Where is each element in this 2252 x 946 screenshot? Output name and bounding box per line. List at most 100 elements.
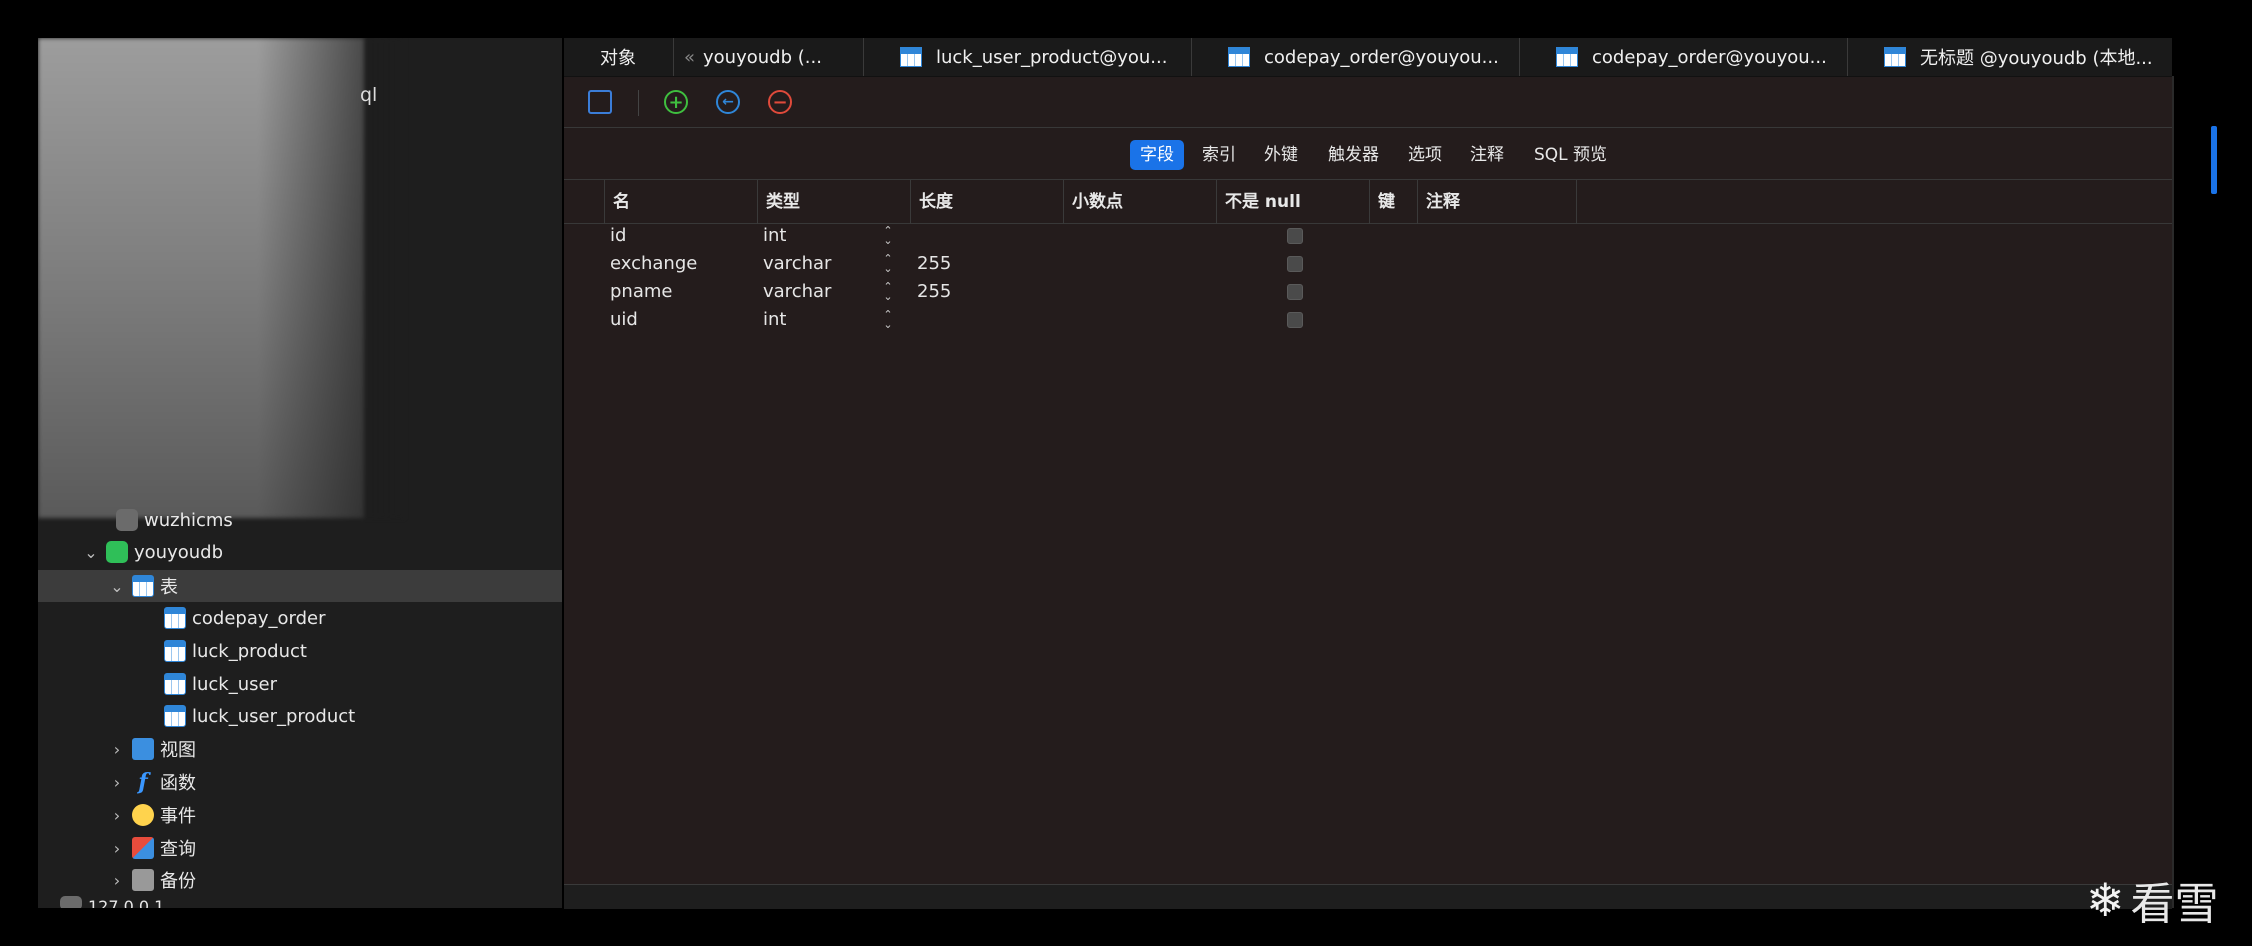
save-icon[interactable] <box>588 90 612 114</box>
subtab-fields[interactable]: 字段 <box>1130 140 1184 170</box>
subtab-sql-preview[interactable]: SQL 预览 <box>1524 140 1617 170</box>
field-name-cell[interactable]: uid <box>610 306 638 334</box>
function-icon: f <box>138 769 148 795</box>
not-null-checkbox[interactable] <box>1287 284 1303 300</box>
tab-youyoudb[interactable]: « youyoudb (... <box>674 38 864 76</box>
status-bar <box>564 884 2172 909</box>
table-row[interactable]: uid int ⌃ ⌄ <box>564 306 2172 334</box>
chevron-right-icon[interactable]: › <box>108 740 126 759</box>
tree-item-localhost[interactable]: 127.0.0.1 <box>38 896 562 908</box>
type-stepper-icon[interactable]: ⌃ ⌄ <box>882 281 894 302</box>
chevron-right-icon[interactable]: › <box>108 839 126 858</box>
insert-field-icon[interactable]: ← <box>716 90 740 114</box>
column-header-not-null[interactable]: 不是 null <box>1216 180 1369 224</box>
panel-indicator <box>2211 126 2217 194</box>
tree-item-codepay-order[interactable]: codepay_order <box>38 602 562 634</box>
tab-objects[interactable]: 对象 <box>564 38 674 76</box>
tab-codepay-order-1[interactable]: codepay_order@youyou... <box>1192 38 1520 76</box>
table-icon <box>164 607 186 629</box>
not-null-checkbox[interactable] <box>1287 256 1303 272</box>
type-stepper-icon[interactable]: ⌃ ⌄ <box>882 225 894 246</box>
tree-item-functions[interactable]: › f 函数 <box>38 766 562 798</box>
field-length-cell[interactable]: 255 <box>917 278 951 306</box>
column-header-length[interactable]: 长度 <box>910 180 1063 224</box>
tree-item-label: 事件 <box>160 806 196 827</box>
chevron-right-icon[interactable]: › <box>108 871 126 890</box>
tab-untitled[interactable]: 无标题 @youyoudb (本地... <box>1848 38 2172 76</box>
tree-item-label: luck_user <box>192 673 277 695</box>
table-row[interactable]: exchange varchar ⌃ ⌄ 255 <box>564 250 2172 278</box>
field-name-cell[interactable]: exchange <box>610 250 697 278</box>
not-null-checkbox[interactable] <box>1287 228 1303 244</box>
tree-item-label: 函数 <box>160 773 196 794</box>
table-edit-icon <box>1884 47 1906 67</box>
field-type-cell[interactable]: varchar <box>763 278 831 306</box>
not-null-checkbox[interactable] <box>1287 312 1303 328</box>
tree-item-label: 备份 <box>160 871 196 892</box>
tree-item-label: 127.0.0.1 <box>88 897 165 909</box>
chevron-down-icon[interactable]: ⌄ <box>82 543 100 562</box>
tab-luck-user-product[interactable]: luck_user_product@you... <box>864 38 1192 76</box>
tree-item-tables[interactable]: ⌄ 表 <box>38 570 562 602</box>
column-header-key[interactable]: 键 <box>1369 180 1417 224</box>
database-icon <box>106 541 128 563</box>
tab-bar: 对象 « youyoudb (... luck_user_product@you… <box>564 38 2172 77</box>
right-panel-edge <box>2172 38 2216 908</box>
subtab-foreign-keys[interactable]: 外键 <box>1254 140 1308 170</box>
table-icon <box>164 705 186 727</box>
chevron-down-icon[interactable]: ⌄ <box>108 577 126 596</box>
tree-item-label: 表 <box>160 577 178 598</box>
blurred-region <box>38 38 404 518</box>
column-header-decimals[interactable]: 小数点 <box>1063 180 1216 224</box>
table-designer: 对象 « youyoudb (... luck_user_product@you… <box>564 38 2172 909</box>
tree-item-backups[interactable]: › 备份 <box>38 864 562 896</box>
column-header-comment[interactable]: 注释 <box>1417 180 1577 224</box>
tree-item-label: youyoudb <box>134 541 223 563</box>
subtab-comment[interactable]: 注释 <box>1460 140 1514 170</box>
tree-item-luck-user[interactable]: luck_user <box>38 668 562 700</box>
field-name-cell[interactable]: pname <box>610 278 672 306</box>
field-name-cell[interactable]: id <box>610 222 626 250</box>
add-field-icon[interactable]: + <box>664 90 688 114</box>
column-header-name[interactable]: 名 <box>604 180 757 224</box>
tree-item-events[interactable]: › 事件 <box>38 799 562 831</box>
tree-item-queries[interactable]: › 查询 <box>38 832 562 864</box>
event-clock-icon <box>132 804 154 826</box>
panel-divider <box>2172 76 2174 908</box>
table-row[interactable]: pname varchar ⌃ ⌄ 255 <box>564 278 2172 306</box>
field-type-cell[interactable]: int <box>763 222 786 250</box>
column-header-type[interactable]: 类型 <box>757 180 910 224</box>
table-edit-icon <box>1556 47 1578 67</box>
toolbar: + ← − <box>564 76 2172 128</box>
type-stepper-icon[interactable]: ⌃ ⌄ <box>882 309 894 330</box>
query-icon <box>132 837 154 859</box>
subtab-triggers[interactable]: 触发器 <box>1318 140 1389 170</box>
double-chevron-left-icon[interactable]: « <box>684 47 695 68</box>
tree-item-luck-product[interactable]: luck_product <box>38 635 562 667</box>
tab-codepay-order-2[interactable]: codepay_order@youyou... <box>1520 38 1848 76</box>
chevron-right-icon[interactable]: › <box>108 806 126 825</box>
type-stepper-icon[interactable]: ⌃ ⌄ <box>882 253 894 274</box>
field-length-cell[interactable]: 255 <box>917 250 951 278</box>
table-row[interactable]: id int ⌃ ⌄ <box>564 222 2172 250</box>
toolbar-divider <box>638 90 639 116</box>
database-icon <box>116 509 138 531</box>
table-icon <box>1228 47 1250 67</box>
subtab-options[interactable]: 选项 <box>1398 140 1452 170</box>
tree-item-label: 查询 <box>160 839 196 860</box>
tree-item-luck-user-product[interactable]: luck_user_product <box>38 700 562 732</box>
subtab-indexes[interactable]: 索引 <box>1192 140 1246 170</box>
tree-item-views[interactable]: › 视图 <box>38 733 562 765</box>
delete-field-icon[interactable]: − <box>768 90 792 114</box>
tree-item-wuzhicms[interactable]: wuzhicms <box>38 504 562 536</box>
field-type-cell[interactable]: varchar <box>763 250 831 278</box>
table-icon <box>900 47 922 67</box>
snowflake-icon: ❄ <box>2086 873 2125 927</box>
navigation-sidebar: ql wuzhicms ⌄ youyoudb ⌄ 表 codepay_order… <box>38 38 562 908</box>
tree-item-label: wuzhicms <box>144 509 233 531</box>
tree-item-youyoudb[interactable]: ⌄ youyoudb <box>38 536 562 568</box>
chevron-right-icon[interactable]: › <box>108 773 126 792</box>
tree-item-label: luck_product <box>192 640 307 662</box>
field-type-cell[interactable]: int <box>763 306 786 334</box>
server-icon <box>60 896 82 908</box>
